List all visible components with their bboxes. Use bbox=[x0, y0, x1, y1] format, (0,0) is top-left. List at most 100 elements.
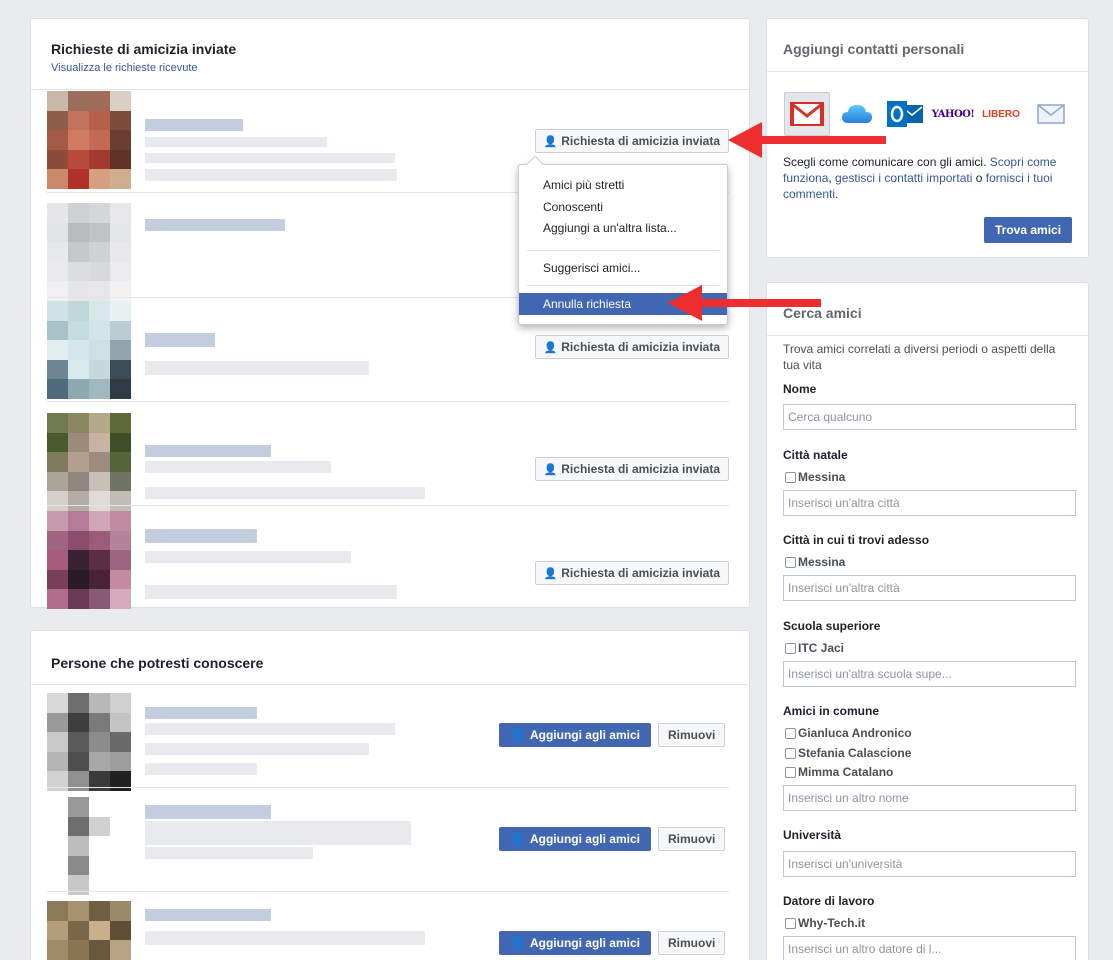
blurred-text bbox=[145, 551, 351, 563]
checkbox-box[interactable] bbox=[785, 642, 796, 654]
view-received-requests-link[interactable]: Visualizza le richieste ricevute bbox=[51, 62, 236, 74]
annotation-arrow bbox=[728, 122, 886, 158]
divider bbox=[47, 891, 729, 892]
checkbox-box[interactable] bbox=[785, 917, 796, 929]
remove-suggestion-button[interactable]: Rimuovi bbox=[658, 931, 726, 955]
outlook-logo bbox=[887, 101, 923, 127]
avatar[interactable] bbox=[47, 203, 131, 301]
add-friend-button[interactable]: 👤 Aggiungi agli amici bbox=[499, 827, 651, 851]
name-search-input[interactable] bbox=[783, 404, 1076, 430]
icloud-logo bbox=[842, 105, 872, 123]
friend-request-sent-button[interactable]: 👤 Richiesta di amicizia inviata bbox=[534, 457, 729, 481]
yahoo-icon[interactable]: YAHOO! bbox=[932, 92, 975, 136]
avatar[interactable] bbox=[47, 511, 131, 609]
checkbox-box[interactable] bbox=[785, 727, 796, 739]
person-add-icon: 👤 bbox=[510, 728, 525, 742]
pymk-title: Persone che potresti conoscere bbox=[51, 655, 264, 671]
libero-icon[interactable]: LIBERO bbox=[979, 92, 1023, 136]
divider bbox=[47, 401, 729, 402]
checkbox-box[interactable] bbox=[785, 556, 796, 568]
contacts-title: Aggiungi contatti personali bbox=[783, 41, 965, 57]
avatar[interactable] bbox=[47, 413, 131, 511]
blurred-name bbox=[145, 219, 285, 231]
person-add-icon: 👤 bbox=[543, 135, 558, 148]
mutual-friend-input[interactable] bbox=[783, 785, 1076, 811]
menu-item-close-friends[interactable]: Amici più stretti bbox=[519, 174, 727, 196]
icloud-icon[interactable] bbox=[837, 92, 877, 136]
menu-item-add-to-list[interactable]: Aggiungi a un'altra lista... bbox=[519, 217, 727, 239]
avatar[interactable] bbox=[47, 91, 131, 189]
blurred-name bbox=[145, 805, 271, 819]
blurred-text bbox=[145, 931, 425, 945]
mutual-friends-label: Amici in comune bbox=[783, 704, 880, 718]
current-city-label: Città in cui ti trovi adesso bbox=[783, 533, 930, 547]
suggestion-row: 👤 Aggiungi agli amici Rimuovi bbox=[47, 797, 729, 897]
divider bbox=[767, 335, 1088, 336]
blurred-text bbox=[145, 153, 395, 163]
manage-imported-contacts-link[interactable]: gestisci i contatti importati bbox=[835, 171, 972, 185]
university-label: Università bbox=[783, 828, 842, 842]
blurred-text bbox=[145, 137, 327, 147]
avatar[interactable] bbox=[47, 797, 131, 895]
checkbox-box[interactable] bbox=[785, 766, 796, 778]
add-friend-button[interactable]: 👤 Aggiungi agli amici bbox=[499, 723, 651, 747]
avatar[interactable] bbox=[47, 901, 131, 960]
remove-suggestion-button[interactable]: Rimuovi bbox=[658, 723, 726, 747]
sent-requests-header: Richieste di amicizia inviate Visualizza… bbox=[51, 41, 236, 74]
blurred-text bbox=[145, 821, 411, 845]
person-add-icon: 👤 bbox=[510, 936, 525, 950]
friend-request-sent-button[interactable]: 👤 Richiesta di amicizia inviata bbox=[534, 335, 729, 359]
highschool-input[interactable] bbox=[783, 661, 1076, 687]
suggestion-row: 👤 Aggiungi agli amici Rimuovi bbox=[47, 901, 729, 960]
mutual-friend-checkbox[interactable]: Mimma Catalano bbox=[785, 765, 893, 779]
add-friend-button[interactable]: 👤 Aggiungi agli amici bbox=[499, 931, 651, 955]
request-row: 👤 Richiesta di amicizia inviata bbox=[47, 413, 729, 513]
mutual-friend-checkbox[interactable]: Stefania Calascione bbox=[785, 746, 911, 760]
blurred-text bbox=[145, 169, 397, 181]
checkbox-box[interactable] bbox=[785, 471, 796, 483]
employer-input[interactable] bbox=[783, 936, 1076, 960]
name-label: Nome bbox=[783, 382, 817, 396]
checkbox-box[interactable] bbox=[785, 747, 796, 759]
request-row: 👤 Richiesta di amicizia inviata bbox=[47, 511, 729, 611]
blurred-name bbox=[145, 333, 215, 347]
blurred-text bbox=[145, 723, 395, 735]
mutual-friend-checkbox[interactable]: Gianluca Andronico bbox=[785, 726, 912, 740]
blurred-text bbox=[145, 585, 397, 599]
outlook-icon[interactable] bbox=[883, 92, 927, 136]
gmail-icon[interactable] bbox=[784, 92, 830, 136]
employer-checkbox[interactable]: Why-Tech.it bbox=[785, 916, 865, 930]
people-you-may-know-card: Persone che potresti conoscere 👤 Aggiungi… bbox=[30, 630, 750, 960]
find-friends-button[interactable]: Trova amici bbox=[984, 217, 1073, 243]
hometown-input[interactable] bbox=[783, 490, 1076, 516]
friend-request-sent-button[interactable]: 👤 Richiesta di amicizia inviata bbox=[534, 129, 729, 153]
search-intro: Trova amici correlati a diversi periodi … bbox=[783, 342, 1056, 372]
remove-suggestion-button[interactable]: Rimuovi bbox=[658, 827, 726, 851]
contacts-description: Scegli come comunicare con gli amici. Sc… bbox=[783, 155, 1057, 201]
hometown-checkbox[interactable]: Messina bbox=[785, 470, 845, 484]
university-input[interactable] bbox=[783, 851, 1076, 877]
current-city-checkbox[interactable]: Messina bbox=[785, 555, 845, 569]
person-add-icon: 👤 bbox=[543, 341, 558, 354]
blurred-text bbox=[145, 487, 425, 499]
hometown-label: Città natale bbox=[783, 448, 848, 462]
blurred-name bbox=[145, 529, 257, 543]
menu-divider bbox=[527, 250, 719, 251]
menu-item-suggest-friends[interactable]: Suggerisci amici... bbox=[519, 257, 727, 279]
blurred-name bbox=[145, 445, 271, 457]
email-icon[interactable] bbox=[1031, 92, 1071, 136]
blurred-text bbox=[145, 847, 313, 859]
blurred-name bbox=[145, 707, 257, 719]
blurred-text bbox=[145, 763, 257, 775]
avatar[interactable] bbox=[47, 693, 131, 791]
envelope-logo bbox=[1037, 104, 1065, 124]
highschool-checkbox[interactable]: ITC Jaci bbox=[785, 641, 844, 655]
sent-requests-title: Richieste di amicizia inviate bbox=[51, 41, 237, 57]
friend-request-sent-button[interactable]: 👤 Richiesta di amicizia inviata bbox=[534, 561, 729, 585]
divider bbox=[47, 505, 729, 506]
current-city-input[interactable] bbox=[783, 575, 1076, 601]
person-add-icon: 👤 bbox=[510, 832, 525, 846]
menu-item-acquaintances[interactable]: Conoscenti bbox=[519, 196, 727, 218]
avatar[interactable] bbox=[47, 301, 131, 399]
person-add-icon: 👤 bbox=[543, 567, 558, 580]
